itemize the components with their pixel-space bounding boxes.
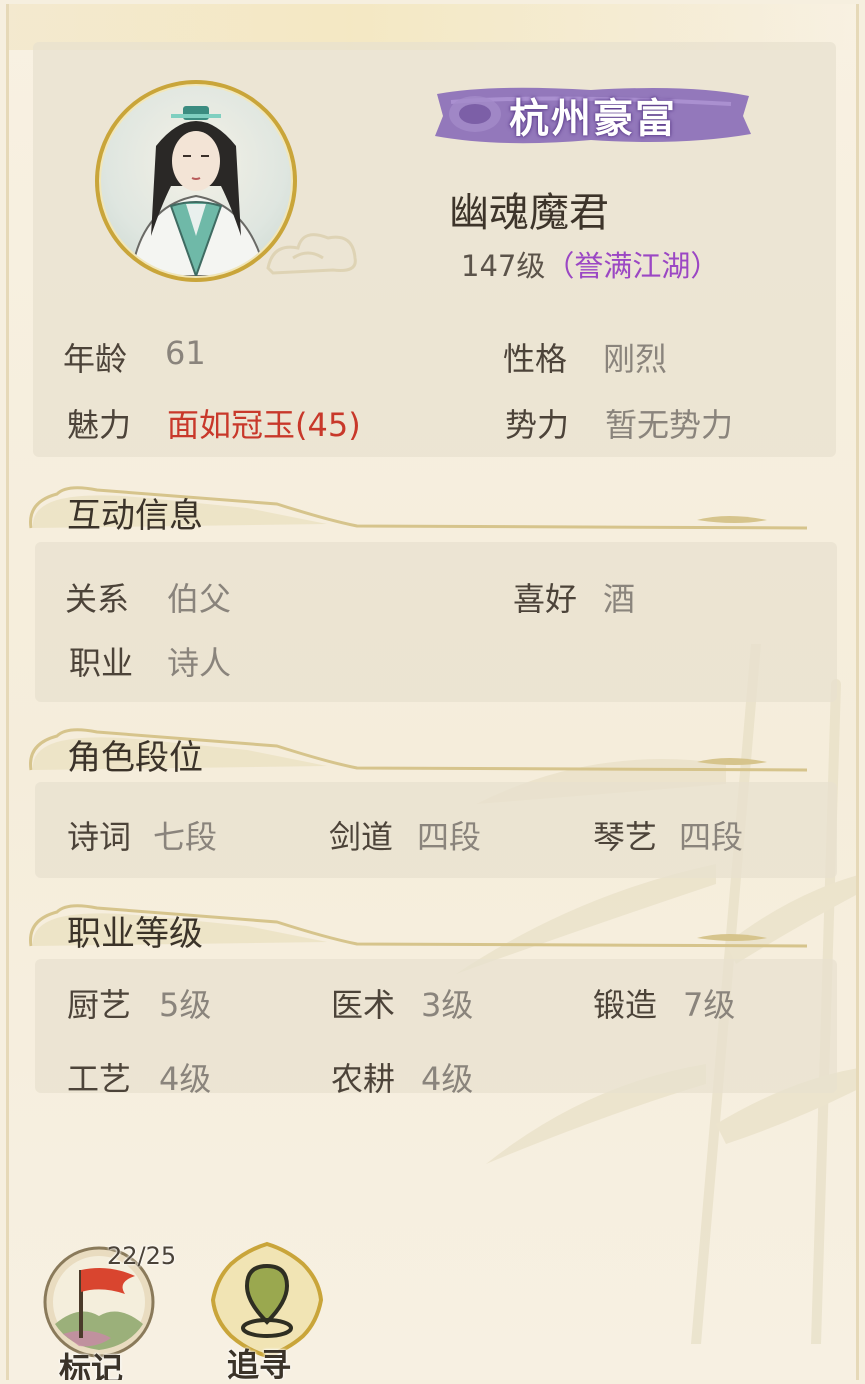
faction-value: 暂无势力 <box>605 406 734 444</box>
hobby-value: 酒 <box>603 580 636 618</box>
career-item-label: 医术 <box>331 986 396 1024</box>
level-line: 147级（誉满江湖） <box>461 243 719 285</box>
rank-item-label: 琴艺 <box>593 818 658 856</box>
character-info-panel: 杭州豪富 幽魂魔君 147级（誉满江湖） 年龄 61 性格 刚烈 魅力 面如冠玉… <box>6 4 859 1380</box>
age-value: 61 <box>165 334 206 372</box>
rank-item-value: 四段 <box>417 818 482 856</box>
section-header-interaction: 互动信息 <box>27 482 827 538</box>
career-item-value: 4级 <box>159 1060 212 1098</box>
track-label: 追寻 <box>227 1346 292 1380</box>
section-title-rank: 角色段位 <box>67 738 203 778</box>
faction-label: 势力 <box>505 406 570 444</box>
relation-label: 关系 <box>65 580 130 618</box>
rank-item-value: 七段 <box>153 818 218 856</box>
character-name: 幽魂魔君 <box>449 190 609 236</box>
reputation-text: （誉满江湖） <box>545 249 720 283</box>
career-item-value: 3级 <box>421 986 474 1024</box>
section-title-interaction: 互动信息 <box>67 496 203 536</box>
level-value: 147级 <box>461 249 546 283</box>
career-item-value: 4级 <box>421 1060 474 1098</box>
section-header-career: 职业等级 <box>27 900 827 956</box>
track-button[interactable]: 追寻 <box>207 1240 327 1380</box>
interaction-card <box>35 542 837 702</box>
charm-value: 面如冠玉(45) <box>167 406 361 444</box>
career-item-label: 厨艺 <box>67 986 132 1024</box>
personality-value: 刚烈 <box>603 340 668 378</box>
hobby-label: 喜好 <box>513 580 578 618</box>
job-label: 职业 <box>69 644 134 682</box>
mark-button[interactable]: 22/25 标记 <box>39 1242 176 1380</box>
section-header-rank: 角色段位 <box>27 724 827 780</box>
career-item-label: 工艺 <box>67 1060 132 1098</box>
section-title-career: 职业等级 <box>67 914 203 954</box>
career-item-label: 农耕 <box>331 1060 396 1098</box>
age-label: 年龄 <box>63 340 128 378</box>
job-value: 诗人 <box>167 644 232 682</box>
mark-counter: 22/25 <box>107 1242 177 1270</box>
rank-item-label: 诗词 <box>67 818 132 856</box>
title-text: 杭州豪富 <box>509 96 677 142</box>
mark-label: 标记 <box>59 1350 124 1380</box>
charm-label: 魅力 <box>67 406 132 444</box>
personality-label: 性格 <box>503 340 568 378</box>
cloud-decoration <box>266 233 357 275</box>
rank-item-value: 四段 <box>679 818 744 856</box>
career-item-value: 5级 <box>159 986 212 1024</box>
career-item-label: 锻造 <box>593 986 658 1024</box>
rank-item-label: 剑道 <box>329 818 394 856</box>
career-item-value: 7级 <box>683 986 736 1024</box>
title-banner: 杭州豪富 <box>431 82 755 148</box>
relation-value: 伯父 <box>167 580 232 618</box>
